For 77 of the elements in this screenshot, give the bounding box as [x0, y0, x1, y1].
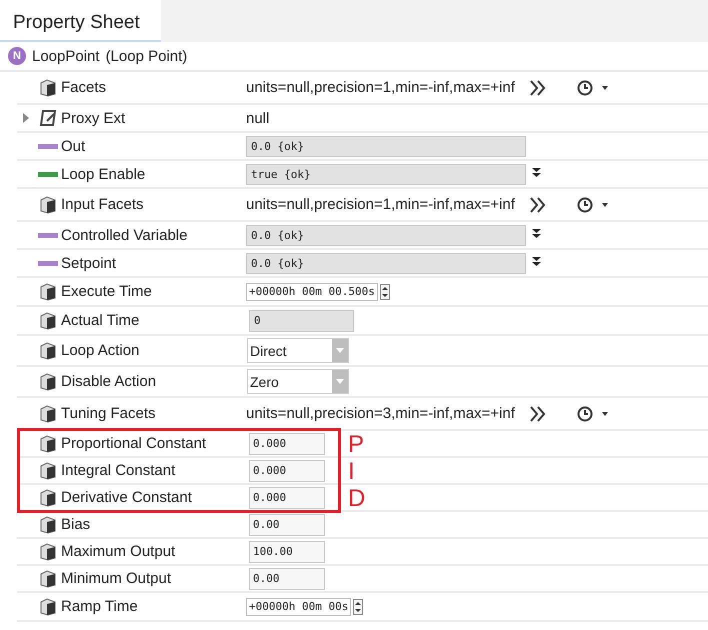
property-label: Bias — [61, 516, 92, 533]
cube-icon — [39, 372, 57, 390]
component-name: LoopPoint — [32, 48, 100, 64]
property-label: Maximum Output — [61, 543, 176, 560]
dropdown[interactable]: Zero — [247, 369, 349, 394]
property-label: Loop Action — [61, 342, 140, 359]
number-field[interactable]: 0.000 — [249, 486, 325, 508]
property-label: Controlled Variable — [61, 226, 188, 244]
facets-value: units=null,precision=1,min=-inf,max=+inf — [246, 196, 515, 213]
annotation-letter: D — [348, 485, 366, 513]
spinner-icon[interactable] — [380, 284, 390, 300]
spinner-icon[interactable] — [353, 598, 364, 614]
double-chevron-icon[interactable] — [528, 406, 547, 422]
property-label: Actual Time — [61, 312, 140, 329]
property-label: Input Facets — [61, 196, 145, 213]
double-down-icon[interactable] — [532, 168, 541, 178]
annotation-letter: I — [348, 458, 355, 486]
dropdown[interactable]: Direct — [247, 338, 349, 363]
double-chevron-icon[interactable] — [528, 196, 547, 212]
number-field[interactable]: 100.00 — [249, 540, 325, 562]
cube-icon — [39, 516, 57, 534]
clock-icon[interactable] — [576, 80, 593, 96]
property-label: Derivative Constant — [61, 489, 193, 506]
status-field: 0.0 {ok} — [246, 224, 526, 246]
property-label: Ramp Time — [61, 598, 139, 615]
number-field[interactable]: 0.000 — [249, 460, 325, 482]
number-field[interactable]: 0.00 — [249, 568, 325, 590]
dropdown-arrow-icon — [336, 348, 344, 353]
property-label: Out — [61, 138, 86, 154]
component-type: (Loop Point) — [106, 48, 188, 64]
time-field[interactable]: +00000h 00m 00.500s — [246, 282, 378, 300]
property-label: Disable Action — [61, 373, 158, 390]
cube-icon — [39, 598, 57, 616]
facets-value: units=null,precision=1,min=-inf,max=+inf — [246, 79, 515, 96]
property-value: null — [246, 110, 270, 126]
facets-value: units=null,precision=3,min=-inf,max=+inf — [246, 405, 515, 422]
cube-icon — [39, 404, 57, 422]
property-label: Proportional Constant — [61, 435, 208, 452]
property-label: Loop Enable — [61, 166, 146, 182]
cube-icon — [39, 342, 57, 360]
clock-icon[interactable] — [576, 196, 593, 212]
tab[interactable]: Property Sheet — [0, 0, 161, 42]
time-field[interactable]: +00000h 00m 00s — [246, 598, 352, 616]
property-label: Execute Time — [61, 283, 153, 300]
cube-icon — [39, 462, 57, 480]
expand-icon[interactable] — [22, 113, 30, 123]
caret-icon[interactable] — [602, 202, 608, 206]
component-badge: N — [8, 47, 26, 65]
cube-icon — [39, 78, 57, 96]
property-label: Integral Constant — [61, 462, 176, 479]
cube-icon — [39, 488, 57, 506]
cube-icon — [39, 196, 57, 214]
property-label: Facets — [61, 79, 108, 96]
cube-icon — [39, 434, 57, 452]
clock-icon[interactable] — [576, 406, 593, 422]
status-field: 0.0 {ok} — [246, 136, 526, 156]
status-field: true {ok} — [246, 164, 526, 184]
readonly-field: 0 — [249, 310, 354, 332]
caret-icon[interactable] — [602, 412, 608, 416]
double-down-icon[interactable] — [532, 256, 541, 266]
number-field[interactable]: 0.00 — [249, 514, 325, 536]
cube-icon — [39, 542, 57, 560]
double-down-icon[interactable] — [532, 228, 541, 238]
caret-icon[interactable] — [602, 86, 608, 90]
property-label: Minimum Output — [61, 570, 172, 587]
pencil-box-icon — [39, 109, 57, 127]
double-chevron-icon[interactable] — [528, 80, 547, 96]
annotation-letter: P — [348, 431, 364, 459]
property-label: Proxy Ext — [61, 110, 126, 126]
property-label: Setpoint — [61, 254, 118, 272]
cube-icon — [39, 312, 57, 330]
cube-icon — [39, 570, 57, 588]
number-field[interactable]: 0.000 — [249, 432, 325, 454]
cube-icon — [39, 282, 57, 300]
property-label: Tuning Facets — [61, 405, 156, 422]
status-field: 0.0 {ok} — [246, 252, 526, 274]
dropdown-arrow-icon — [336, 379, 344, 384]
